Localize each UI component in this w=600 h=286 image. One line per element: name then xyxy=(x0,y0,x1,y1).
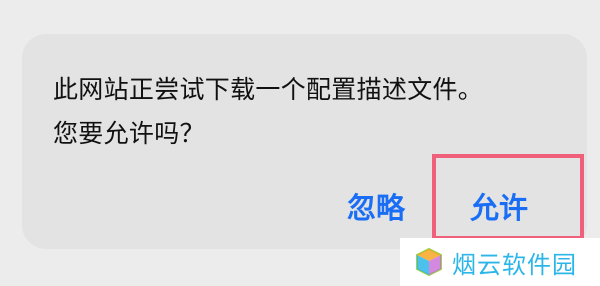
screen: 此网站正尝试下载一个配置描述文件。 您要允许吗？ 忽略 允许 烟云软件园 xyxy=(0,0,600,286)
alert-message: 此网站正尝试下载一个配置描述文件。 您要允许吗？ xyxy=(53,68,573,156)
ignore-button[interactable]: 忽略 xyxy=(347,188,405,228)
watermark-text: 烟云软件园 xyxy=(452,250,577,279)
cube-logo-icon xyxy=(416,247,442,277)
allow-button[interactable]: 允许 xyxy=(470,188,528,228)
profile-download-alert: 此网站正尝试下载一个配置描述文件。 您要允许吗？ 忽略 允许 xyxy=(22,34,587,249)
watermark: 烟云软件园 xyxy=(400,238,600,286)
alert-message-line-2: 您要允许吗？ xyxy=(53,119,205,148)
alert-message-line-1: 此网站正尝试下载一个配置描述文件。 xyxy=(53,75,484,104)
